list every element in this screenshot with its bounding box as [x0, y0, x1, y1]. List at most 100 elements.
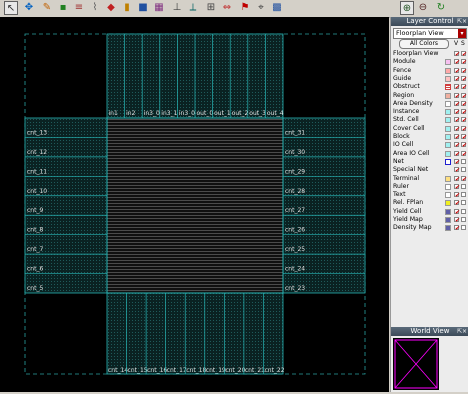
panel-float-close-icon[interactable]: ⇱× [457, 327, 467, 336]
pin-label-bottom[interactable]: cnt_15 [128, 367, 148, 374]
core-area[interactable] [106, 117, 284, 294]
layer-selectable-checkbox[interactable] [461, 183, 466, 189]
layer-color-swatch[interactable] [445, 100, 451, 107]
pin-label-top[interactable]: in2 [126, 110, 135, 117]
layer-color-swatch[interactable] [445, 109, 451, 116]
layer-row[interactable]: Fence ✔ ✔ [393, 67, 467, 75]
stretch-icon[interactable]: ⇔ [220, 1, 234, 15]
layer-row[interactable]: Net ✔ [393, 158, 467, 166]
layer-selectable-checkbox[interactable]: ✔ [461, 125, 467, 132]
pin-label-left[interactable]: cnt_9 [27, 207, 43, 214]
pin-label-left[interactable]: cnt_11 [27, 168, 47, 175]
wire-icon[interactable]: ⌇ [88, 1, 102, 15]
pin-label-bottom[interactable]: cnt_19 [206, 367, 226, 374]
layer-color-swatch[interactable] [445, 158, 451, 165]
pin-label-top[interactable]: out_4 [267, 110, 284, 117]
layer-visible-checkbox[interactable]: ✔ [454, 117, 460, 124]
pin-label-right[interactable]: cnt_30 [285, 149, 305, 156]
layer-selectable-checkbox[interactable] [461, 167, 466, 173]
pencil-icon[interactable]: ✎ [40, 1, 54, 15]
layer-stack-icon[interactable]: ≡ [72, 1, 86, 15]
layer-color-swatch[interactable] [445, 117, 451, 124]
layer-selectable-checkbox[interactable]: ✔ [461, 59, 467, 66]
pin-label-bottom[interactable]: cnt_17 [167, 367, 187, 374]
grid-icon[interactable]: ▩ [270, 1, 284, 15]
layer-color-swatch[interactable] [445, 183, 451, 190]
layer-color-swatch[interactable] [445, 75, 451, 82]
all-colors-button[interactable]: All Colors [399, 39, 449, 49]
layer-visible-checkbox[interactable]: ✔ [454, 200, 460, 207]
layer-visible-checkbox[interactable]: ✔ [454, 150, 460, 157]
move-cross-icon[interactable]: ✥ [22, 1, 36, 15]
pin-label-top[interactable]: in3_0 [179, 110, 195, 117]
zoom-in-icon[interactable]: ⊕ [400, 1, 414, 15]
layer-selectable-checkbox[interactable]: ✔ [461, 67, 467, 74]
layer-row[interactable]: Yield Cell ✔ [393, 208, 467, 216]
layer-color-swatch[interactable] [445, 217, 451, 223]
layer-color-swatch[interactable] [445, 84, 451, 91]
layer-row[interactable]: Floorplan View ✔ ✔ [393, 50, 467, 58]
pin-label-top[interactable]: out_3 [249, 110, 266, 117]
layer-selectable-checkbox[interactable]: ✔ [461, 51, 467, 58]
route-icon[interactable]: ◆ [104, 1, 118, 15]
layer-color-swatch[interactable] [445, 125, 451, 132]
layer-row[interactable]: Obstruct ✔ ✔ [393, 83, 467, 91]
chevron-down-icon[interactable]: ▾ [458, 29, 466, 38]
block-icon[interactable]: ■ [136, 1, 150, 15]
pin-label-right[interactable]: cnt_29 [285, 168, 305, 175]
layer-selectable-checkbox[interactable]: ✔ [461, 175, 467, 182]
pin-label-top[interactable]: out_0 [197, 110, 214, 117]
snap-icon[interactable]: ⌖ [254, 1, 268, 15]
pin-label-top[interactable]: in1 [109, 110, 118, 117]
pin-label-bottom[interactable]: cnt_18 [186, 367, 206, 374]
layer-visible-checkbox[interactable]: ✔ [454, 59, 460, 66]
layer-selectable-checkbox[interactable] [461, 217, 466, 222]
pin-label-left[interactable]: cnt_12 [27, 149, 47, 156]
layer-visible-checkbox[interactable]: ✔ [454, 183, 460, 190]
pin-label-bottom[interactable]: cnt_16 [147, 367, 167, 374]
layer-selectable-checkbox[interactable]: ✔ [461, 142, 467, 149]
layer-selectable-checkbox[interactable] [461, 225, 466, 231]
layer-selectable-checkbox[interactable] [461, 208, 466, 214]
layer-visible-checkbox[interactable]: ✔ [454, 167, 460, 174]
pin-label-left[interactable]: cnt_6 [27, 266, 43, 273]
layer-row[interactable]: Terminal ✔ ✔ [393, 175, 467, 183]
pin-label-top[interactable]: in3_0 [144, 110, 160, 117]
layer-visible-checkbox[interactable]: ✔ [454, 175, 460, 182]
layer-color-swatch[interactable] [445, 200, 451, 207]
layer-color-swatch[interactable] [445, 208, 451, 215]
pin-label-right[interactable]: cnt_28 [285, 188, 305, 195]
flag-icon[interactable]: ⚑ [238, 1, 252, 15]
layer-selectable-checkbox[interactable]: ✔ [461, 75, 467, 82]
align-icon[interactable]: ⊞ [204, 1, 218, 15]
layer-selectable-checkbox[interactable]: ✔ [461, 92, 467, 99]
pin-label-left[interactable]: cnt_8 [27, 227, 43, 234]
select-arrow-icon[interactable]: ↖ [4, 1, 18, 15]
world-view-canvas[interactable] [393, 338, 439, 390]
measure-icon[interactable]: ⊥ [170, 1, 184, 15]
refresh-icon[interactable]: ↻ [434, 1, 448, 15]
layer-row[interactable]: Ruler ✔ [393, 183, 467, 191]
view-select[interactable]: Floorplan View ▾ [393, 28, 467, 39]
fill-icon[interactable]: ▮ [120, 1, 134, 15]
layer-color-swatch[interactable] [445, 142, 451, 149]
layer-visible-checkbox[interactable]: ✔ [454, 142, 460, 149]
layer-row[interactable]: Density Map ✔ [393, 224, 467, 232]
pin-label-top[interactable]: out_2 [232, 110, 249, 117]
layer-visible-checkbox[interactable]: ✔ [454, 84, 460, 91]
pin-label-bottom[interactable]: cnt_20 [225, 367, 245, 374]
layer-selectable-checkbox[interactable] [461, 192, 466, 198]
panel-float-close-icon[interactable]: ⇱× [457, 17, 467, 26]
pin-label-left[interactable]: cnt_10 [27, 188, 47, 195]
floorplan-canvas[interactable]: in1 in2 in3_0 in3_1 in3_0 out_0 out_1 out_2 out_… [0, 17, 389, 392]
layer-row[interactable]: Text ✔ [393, 191, 467, 199]
pin-label-bottom[interactable]: cnt_14 [108, 367, 128, 374]
layer-selectable-checkbox[interactable]: ✔ [461, 100, 467, 107]
layer-row[interactable]: IO Cell ✔ ✔ [393, 141, 467, 149]
layer-visible-checkbox[interactable]: ✔ [454, 51, 460, 58]
layer-visible-checkbox[interactable]: ✔ [454, 125, 460, 132]
layer-selectable-checkbox[interactable]: ✔ [461, 117, 467, 124]
layer-visible-checkbox[interactable]: ✔ [454, 158, 460, 165]
layer-visible-checkbox[interactable]: ✔ [454, 67, 460, 74]
pin-label-bottom[interactable]: cnt_21 [245, 367, 265, 374]
